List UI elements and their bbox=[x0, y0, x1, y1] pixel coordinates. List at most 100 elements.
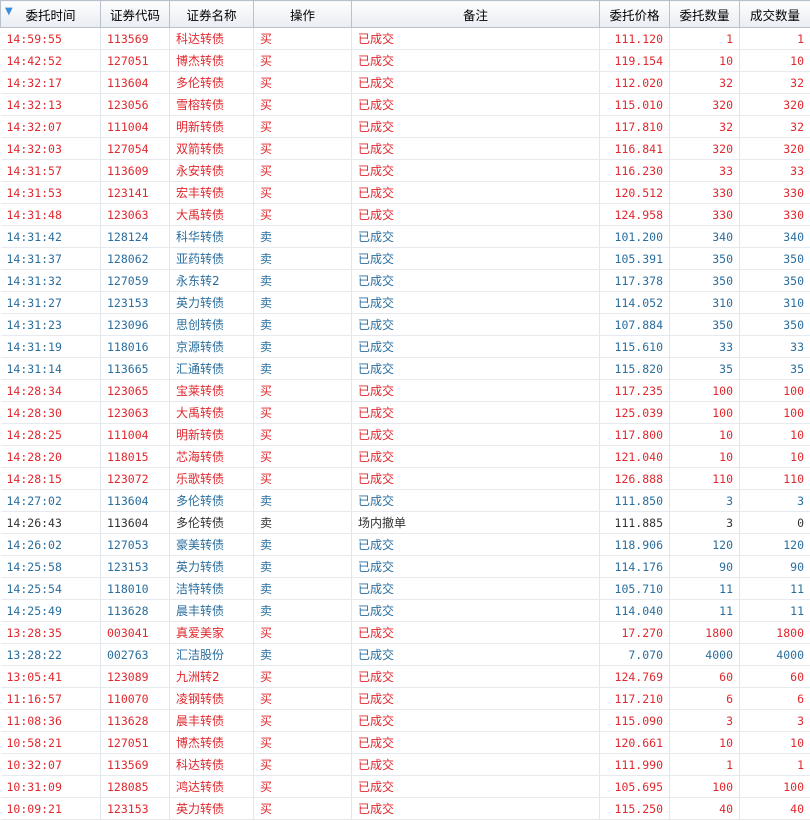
table-row[interactable]: 14:28:34 123065 宝莱转债买已成交 117.235 100 100 bbox=[0, 379, 810, 402]
qty-cell: 4000 bbox=[669, 643, 740, 666]
name-cell: 明新转债 bbox=[169, 115, 254, 138]
price-cell: 101.200 bbox=[599, 225, 670, 248]
note-cell: 已成交 bbox=[351, 643, 600, 666]
sort-desc-icon[interactable]: ▼ bbox=[5, 6, 13, 17]
table-row[interactable]: 14:26:02 127053 豪美转债卖已成交 118.906 120 120 bbox=[0, 533, 810, 556]
filled-cell: 0 bbox=[739, 511, 810, 534]
table-row[interactable]: 14:31:53 123141 宏丰转债买已成交 120.512 330 330 bbox=[0, 181, 810, 204]
table-row[interactable]: 10:09:21 123153 英力转债买已成交 115.250 40 40 bbox=[0, 797, 810, 820]
filled-cell: 90 bbox=[739, 555, 810, 578]
table-row[interactable]: 13:28:35 003041 真爱美家买已成交 17.270 1800 1800 bbox=[0, 621, 810, 644]
table-row[interactable]: 14:28:30 123063 大禹转债买已成交 125.039 100 100 bbox=[0, 401, 810, 424]
table-row[interactable]: 14:32:17 113604 多伦转债买已成交 112.020 32 32 bbox=[0, 71, 810, 94]
column-header-code[interactable]: 证券代码 bbox=[100, 0, 170, 28]
qty-cell: 350 bbox=[669, 269, 740, 292]
action-cell: 卖 bbox=[253, 269, 352, 292]
time-cell: 14:26:43 bbox=[0, 511, 101, 534]
table-row[interactable]: 14:42:52 127051 博杰转债买已成交 119.154 10 10 bbox=[0, 49, 810, 72]
table-row[interactable]: 14:28:25 111004 明新转债买已成交 117.800 10 10 bbox=[0, 423, 810, 446]
price-cell: 125.039 bbox=[599, 401, 670, 424]
table-row[interactable]: 14:31:23 123096 思创转债卖已成交 107.884 350 350 bbox=[0, 313, 810, 336]
time-cell: 14:32:17 bbox=[0, 71, 101, 94]
table-row[interactable]: 14:32:07 111004 明新转债买已成交 117.810 32 32 bbox=[0, 115, 810, 138]
table-row[interactable]: 14:28:20 118015 芯海转债买已成交 121.040 10 10 bbox=[0, 445, 810, 468]
filled-cell: 4000 bbox=[739, 643, 810, 666]
table-row[interactable]: 14:31:32 127059 永东转2 卖已成交 117.378 350 350 bbox=[0, 269, 810, 292]
filled-cell: 100 bbox=[739, 401, 810, 424]
action-cell: 卖 bbox=[253, 489, 352, 512]
qty-cell: 330 bbox=[669, 181, 740, 204]
time-cell: 13:05:41 bbox=[0, 665, 101, 688]
qty-cell: 35 bbox=[669, 357, 740, 380]
table-row[interactable]: 14:31:57 113609 永安转债买已成交 116.230 33 33 bbox=[0, 159, 810, 182]
name-cell: 多伦转债 bbox=[169, 489, 254, 512]
action-cell: 买 bbox=[253, 445, 352, 468]
column-header-filled[interactable]: 成交数量 bbox=[739, 0, 810, 28]
time-cell: 14:31:14 bbox=[0, 357, 101, 380]
name-cell: 宝莱转债 bbox=[169, 379, 254, 402]
note-cell: 已成交 bbox=[351, 247, 600, 270]
qty-cell: 3 bbox=[669, 511, 740, 534]
table-row[interactable]: 14:32:03 127054 双箭转债买已成交 116.841 320 320 bbox=[0, 137, 810, 160]
price-cell: 117.210 bbox=[599, 687, 670, 710]
column-header-price[interactable]: 委托价格 bbox=[599, 0, 670, 28]
price-cell: 105.391 bbox=[599, 247, 670, 270]
table-row[interactable]: 13:05:41 123089 九洲转2 买已成交 124.769 60 60 bbox=[0, 665, 810, 688]
note-cell: 已成交 bbox=[351, 753, 600, 776]
price-cell: 117.810 bbox=[599, 115, 670, 138]
table-row[interactable]: 14:31:14 113665 汇通转债卖已成交 115.820 35 35 bbox=[0, 357, 810, 380]
name-cell: 凌钢转债 bbox=[169, 687, 254, 710]
table-row[interactable]: 14:59:55 113569 科达转债买已成交 111.120 1 1 bbox=[0, 27, 810, 50]
table-row[interactable]: 11:16:57 110070 凌钢转债买已成交 117.210 6 6 bbox=[0, 687, 810, 710]
table-row[interactable]: 10:58:21 127051 博杰转债买已成交 120.661 10 10 bbox=[0, 731, 810, 754]
column-header-name[interactable]: 证券名称 bbox=[169, 0, 254, 28]
code-cell: 111004 bbox=[100, 115, 170, 138]
table-row[interactable]: 14:25:58 123153 英力转债卖已成交 114.176 90 90 bbox=[0, 555, 810, 578]
time-cell: 10:58:21 bbox=[0, 731, 101, 754]
time-cell: 14:28:25 bbox=[0, 423, 101, 446]
table-row[interactable]: 14:32:13 123056 雪榕转债买已成交 115.010 320 320 bbox=[0, 93, 810, 116]
note-cell: 已成交 bbox=[351, 379, 600, 402]
note-cell: 已成交 bbox=[351, 269, 600, 292]
action-cell: 买 bbox=[253, 709, 352, 732]
table-row[interactable]: 14:31:48 123063 大禹转债买已成交 124.958 330 330 bbox=[0, 203, 810, 226]
note-cell: 已成交 bbox=[351, 401, 600, 424]
table-row[interactable]: 14:27:02 113604 多伦转债卖已成交 111.850 3 3 bbox=[0, 489, 810, 512]
price-cell: 115.820 bbox=[599, 357, 670, 380]
code-cell: 128124 bbox=[100, 225, 170, 248]
qty-cell: 1 bbox=[669, 753, 740, 776]
code-cell: 118016 bbox=[100, 335, 170, 358]
price-cell: 112.020 bbox=[599, 71, 670, 94]
name-cell: 双箭转债 bbox=[169, 137, 254, 160]
column-header-qty[interactable]: 委托数量 bbox=[669, 0, 740, 28]
table-row[interactable]: 14:25:49 113628 晨丰转债卖已成交 114.040 11 11 bbox=[0, 599, 810, 622]
table-row[interactable]: 10:31:09 128085 鸿达转债买已成交 105.695 100 100 bbox=[0, 775, 810, 798]
action-cell: 买 bbox=[253, 27, 352, 50]
table-row[interactable]: 14:26:43 113604 多伦转债卖场内撤单 111.885 3 0 bbox=[0, 511, 810, 534]
time-cell: 14:31:42 bbox=[0, 225, 101, 248]
name-cell: 汇通转债 bbox=[169, 357, 254, 380]
column-header-action[interactable]: 操作 bbox=[253, 0, 352, 28]
name-cell: 大禹转债 bbox=[169, 203, 254, 226]
table-row[interactable]: 14:31:19 118016 京源转债卖已成交 115.610 33 33 bbox=[0, 335, 810, 358]
filled-cell: 350 bbox=[739, 313, 810, 336]
price-cell: 126.888 bbox=[599, 467, 670, 490]
time-cell: 14:27:02 bbox=[0, 489, 101, 512]
action-cell: 卖 bbox=[253, 291, 352, 314]
name-cell: 雪榕转债 bbox=[169, 93, 254, 116]
table-row[interactable]: 11:08:36 113628 晨丰转债买已成交 115.090 3 3 bbox=[0, 709, 810, 732]
table-row[interactable]: 13:28:22 002763 汇洁股份卖已成交 7.070 4000 4000 bbox=[0, 643, 810, 666]
table-row[interactable]: 14:25:54 118010 洁特转债卖已成交 105.710 11 11 bbox=[0, 577, 810, 600]
filled-cell: 110 bbox=[739, 467, 810, 490]
code-cell: 127053 bbox=[100, 533, 170, 556]
table-row[interactable]: 10:32:07 113569 科达转债买已成交 111.990 1 1 bbox=[0, 753, 810, 776]
action-cell: 卖 bbox=[253, 511, 352, 534]
action-cell: 买 bbox=[253, 753, 352, 776]
table-row[interactable]: 14:31:27 123153 英力转债卖已成交 114.052 310 310 bbox=[0, 291, 810, 314]
column-header-note[interactable]: 备注 bbox=[351, 0, 600, 28]
name-cell: 汇洁股份 bbox=[169, 643, 254, 666]
table-row[interactable]: 14:31:42 128124 科华转债卖已成交 101.200 340 340 bbox=[0, 225, 810, 248]
table-row[interactable]: 14:31:37 128062 亚药转债卖已成交 105.391 350 350 bbox=[0, 247, 810, 270]
column-header-time[interactable]: ▼ 委托时间 bbox=[0, 0, 101, 28]
table-row[interactable]: 14:28:15 123072 乐歌转债买已成交 126.888 110 110 bbox=[0, 467, 810, 490]
